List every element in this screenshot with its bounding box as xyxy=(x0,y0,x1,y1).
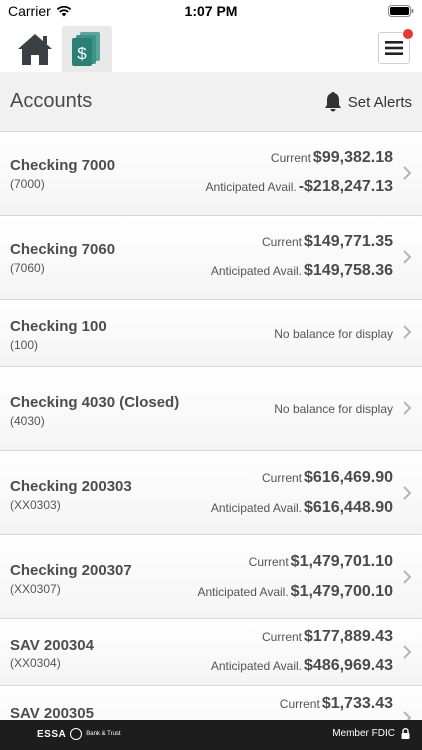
lock-icon xyxy=(401,728,410,739)
current-value: $177,889.43 xyxy=(304,628,393,645)
account-name: SAV 200304 xyxy=(10,637,94,654)
hamburger-icon xyxy=(385,41,403,55)
home-icon xyxy=(18,34,52,65)
anticipated-value: $149,758.36 xyxy=(304,262,393,279)
fdic-label: Member FDIC xyxy=(332,728,395,739)
anticipated-value: $486,969.43 xyxy=(304,657,393,674)
current-label: Current xyxy=(279,697,320,711)
account-number: (7000) xyxy=(10,177,45,191)
account-name: Checking 200303 xyxy=(10,478,132,495)
account-number: (XX0303) xyxy=(10,498,61,512)
logo-tagline: Bank & Trust xyxy=(86,731,121,737)
current-value: $1,479,701.10 xyxy=(290,553,393,570)
account-name: Checking 4030 (Closed) xyxy=(10,394,180,411)
account-row[interactable]: SAV 200305 Current $1,733.43 xyxy=(0,686,422,720)
chevron-right-icon xyxy=(403,486,412,500)
current-label: Current xyxy=(270,151,311,165)
anticipated-value: -$218,247.13 xyxy=(298,178,393,195)
account-name: Checking 7060 xyxy=(10,241,116,258)
account-row[interactable]: Checking 200303 (XX0303) Current $616,46… xyxy=(0,451,422,535)
fdic-notice: Member FDIC xyxy=(332,728,410,739)
anticipated-value: $1,479,700.10 xyxy=(290,583,393,600)
current-balance: Current $99,382.18 xyxy=(271,149,393,167)
anticipated-label: Anticipated Avail. xyxy=(210,659,303,673)
money-icon: $ xyxy=(72,32,100,66)
top-nav: $ xyxy=(0,22,422,72)
anticipated-balance: Anticipated Avail. $1,479,700.10 xyxy=(198,583,394,601)
account-row[interactable]: Checking 200307 (XX0307) Current $1,479,… xyxy=(0,535,422,619)
accounts-list: Checking 7000 (7000) Current $99,382.18 … xyxy=(0,132,422,720)
logo-wordmark: ESSA xyxy=(37,728,67,740)
no-balance-text: No balance for display xyxy=(274,327,393,341)
anticipated-label: Anticipated Avail. xyxy=(197,585,289,599)
current-value: $616,469.90 xyxy=(304,469,393,486)
home-tab[interactable] xyxy=(12,26,58,72)
no-balance-text: No balance for display xyxy=(274,402,393,416)
page-title: Accounts xyxy=(10,90,93,112)
clock: 1:07 PM xyxy=(184,3,238,19)
account-number: (4030) xyxy=(10,414,45,428)
chevron-right-icon xyxy=(403,401,412,415)
footer: ESSA Bank & Trust Member FDIC xyxy=(0,720,422,750)
account-row[interactable]: Checking 7000 (7000) Current $99,382.18 … xyxy=(0,132,422,216)
chevron-right-icon xyxy=(403,250,412,264)
account-name: SAV 200305 xyxy=(10,705,94,720)
anticipated-label: Anticipated Avail. xyxy=(205,180,297,194)
account-name: Checking 100 xyxy=(10,318,107,335)
chevron-right-icon xyxy=(403,711,412,720)
current-balance: Current $1,479,701.10 xyxy=(249,553,393,571)
chevron-right-icon xyxy=(403,166,412,180)
accounts-tab[interactable]: $ xyxy=(62,26,112,72)
set-alerts-button[interactable]: Set Alerts xyxy=(324,92,412,112)
current-balance: Current $616,469.90 xyxy=(262,469,393,487)
chevron-right-icon xyxy=(403,645,412,659)
notification-badge xyxy=(402,28,414,40)
current-value: $99,382.18 xyxy=(312,149,393,166)
account-name: Checking 7000 xyxy=(10,157,116,174)
account-number: (100) xyxy=(10,338,39,352)
anticipated-balance: Anticipated Avail. $149,758.36 xyxy=(211,262,393,280)
status-bar: Carrier 1:07 PM xyxy=(0,0,422,22)
current-label: Current xyxy=(262,235,303,249)
account-number: (XX0304) xyxy=(10,656,61,670)
account-number: (XX0307) xyxy=(10,582,61,596)
menu-button[interactable] xyxy=(378,28,414,64)
set-alerts-label: Set Alerts xyxy=(347,93,412,111)
current-balance: Current $149,771.35 xyxy=(262,233,393,251)
current-balance: Current $177,889.43 xyxy=(262,628,393,646)
current-label: Current xyxy=(262,630,303,644)
account-row[interactable]: SAV 200304 (XX0304) Current $177,889.43 … xyxy=(0,619,422,686)
account-name: Checking 200307 xyxy=(10,562,132,579)
chevron-right-icon xyxy=(403,570,412,584)
current-balance: Current $1,733.43 xyxy=(280,695,393,713)
anticipated-value: $616,448.90 xyxy=(304,499,393,516)
current-label: Current xyxy=(248,555,289,569)
account-number: (7060) xyxy=(10,261,45,275)
chevron-right-icon xyxy=(403,325,412,339)
account-row[interactable]: Checking 7060 (7060) Current $149,771.35… xyxy=(0,216,422,300)
current-value: $1,733.43 xyxy=(321,695,393,712)
current-value: $149,771.35 xyxy=(304,233,393,250)
logo-mark-icon xyxy=(70,728,83,740)
anticipated-balance: Anticipated Avail. -$218,247.13 xyxy=(206,178,393,196)
bank-logo: ESSA Bank & Trust xyxy=(37,728,121,740)
anticipated-balance: Anticipated Avail. $616,448.90 xyxy=(211,499,393,517)
anticipated-balance: Anticipated Avail. $486,969.43 xyxy=(211,657,393,675)
anticipated-label: Anticipated Avail. xyxy=(210,501,303,515)
account-row[interactable]: Checking 4030 (Closed) (4030) No balance… xyxy=(0,367,422,451)
battery-icon xyxy=(388,5,414,17)
anticipated-label: Anticipated Avail. xyxy=(210,264,303,278)
current-label: Current xyxy=(262,471,303,485)
page-header: Accounts Set Alerts xyxy=(0,72,422,132)
bell-icon xyxy=(324,92,341,112)
svg-text:$: $ xyxy=(77,44,87,63)
account-row[interactable]: Checking 100 (100) No balance for displa… xyxy=(0,300,422,367)
